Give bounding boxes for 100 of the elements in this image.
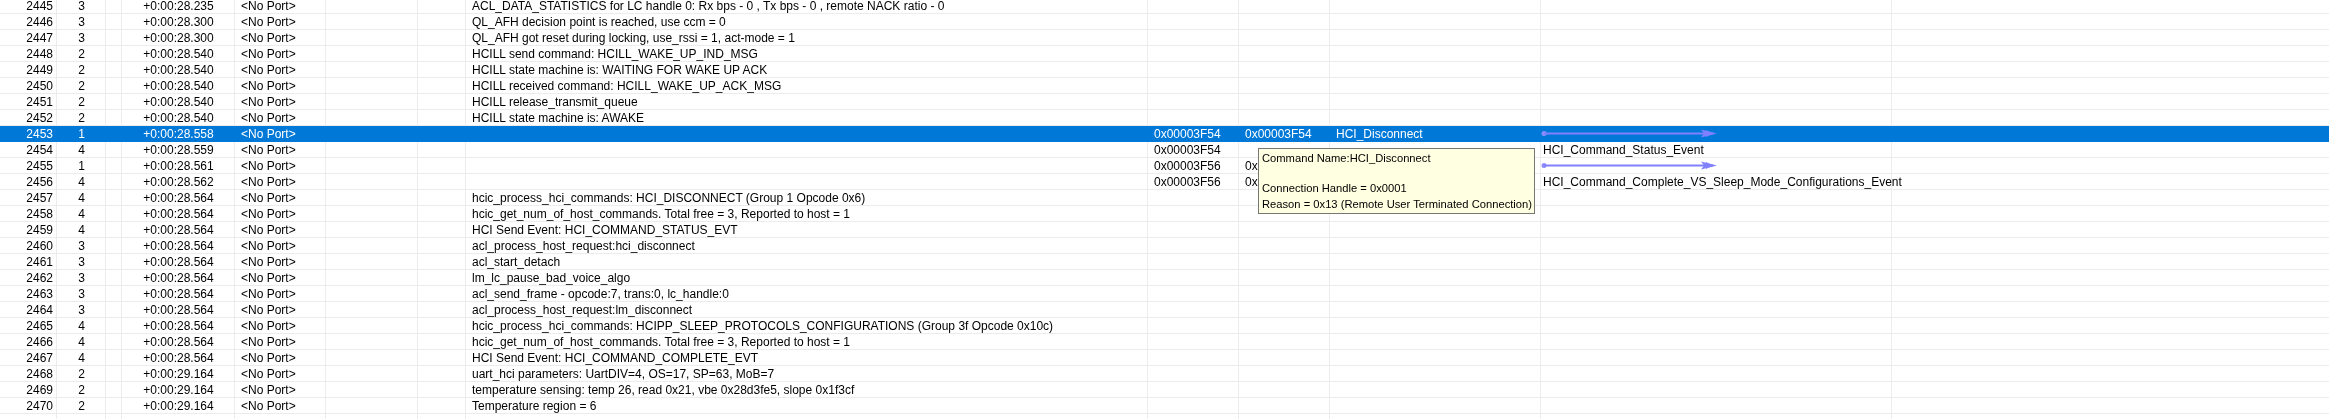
row-number: 2447 [26,30,53,45]
level-value: 3 [78,254,85,269]
level-value: 2 [78,94,85,109]
timestamp: +0:00:28.564 [143,238,214,253]
log-row[interactable]: 2463 3 +0:00:28.564 <No Port> acl_send_frame - opcode:7, trans:0, lc_handle:0 [0,286,2329,302]
level-value: 4 [78,222,85,237]
row-number: 2457 [26,190,53,205]
log-row[interactable]: 2445 3 +0:00:28.235 <No Port> ACL_DATA_STATISTICS for LC handle 0: Rx bps - 0 , Tx bps - 0 , remote NACK ratio - 0 [0,0,2329,14]
row-number: 2459 [26,222,53,237]
port-value: <No Port> [241,94,296,109]
level-value: 3 [78,270,85,285]
timestamp: +0:00:28.564 [143,270,214,285]
port-value: <No Port> [241,334,296,349]
port-value: <No Port> [241,350,296,365]
row-number: 2455 [26,158,53,173]
port-value: <No Port> [241,206,296,221]
level-value: 2 [78,62,85,77]
address-value: 0x [1245,158,1258,173]
level-value: 2 [78,382,85,397]
log-row[interactable]: 2448 2 +0:00:28.540 <No Port> HCILL send command: HCILL_WAKE_UP_IND_MSG [0,46,2329,62]
port-value: <No Port> [241,254,296,269]
port-value: <No Port> [241,302,296,317]
address-value: 0x [1245,174,1258,189]
level-value: 3 [78,0,85,13]
level-value: 4 [78,350,85,365]
log-row[interactable]: 2467 4 +0:00:28.564 <No Port> HCI Send Event: HCI_COMMAND_COMPLETE_EVT [0,350,2329,366]
timestamp: +0:00:28.561 [143,158,214,173]
timestamp: +0:00:28.300 [143,14,214,29]
timestamp: +0:00:28.558 [143,126,214,141]
port-value: <No Port> [241,366,296,381]
level-value: 1 [78,158,85,173]
row-number: 2460 [26,238,53,253]
log-row[interactable]: 2450 2 +0:00:28.540 <No Port> HCILL received command: HCILL_WAKE_UP_ACK_MSG [0,78,2329,94]
row-number: 2450 [26,78,53,93]
timestamp: +0:00:28.564 [143,286,214,301]
log-row[interactable]: 2462 3 +0:00:28.564 <No Port> lm_lc_pause_bad_voice_algo [0,270,2329,286]
log-message: HCILL state machine is: AWAKE [472,110,645,125]
row-number: 2466 [26,334,53,349]
row-number: 2462 [26,270,53,285]
log-message: temperature sensing: temp 26, read 0x21, vbe 0x28d3fe5, slope 0x1f3cf [472,382,855,397]
level-value: 4 [78,206,85,221]
level-value: 2 [78,398,85,413]
port-value: <No Port> [241,270,296,285]
log-message: ACL_DATA_STATISTICS for LC handle 0: Rx bps - 0 , Tx bps - 0 , remote NACK ratio - 0 [472,0,945,13]
row-number: 2468 [26,366,53,381]
timestamp: +0:00:29.164 [143,366,214,381]
level-value: 2 [78,46,85,61]
log-row[interactable]: 2446 3 +0:00:28.300 <No Port> QL_AFH decision point is reached, use ccm = 0 [0,14,2329,30]
level-value: 4 [78,190,85,205]
port-value: <No Port> [241,0,296,13]
port-value: <No Port> [241,174,296,189]
log-row[interactable]: 2459 4 +0:00:28.564 <No Port> HCI Send Event: HCI_COMMAND_STATUS_EVT [0,222,2329,238]
log-message: Temperature region = 6 [472,398,597,413]
row-number: 2469 [26,382,53,397]
row-number: 2461 [26,254,53,269]
port-value: <No Port> [241,190,296,205]
level-value: 4 [78,174,85,189]
row-number: 2448 [26,46,53,61]
log-row[interactable]: 2468 2 +0:00:29.164 <No Port> uart_hci parameters: UartDIV=4, OS=17, SP=63, MoB=7 [0,366,2329,382]
timestamp: +0:00:28.564 [143,302,214,317]
row-number: 2465 [26,318,53,333]
port-value: <No Port> [241,382,296,397]
address-value: 0x00003F56 [1154,158,1221,173]
log-row[interactable]: 2466 4 +0:00:28.564 <No Port> hcic_get_num_of_host_commands. Total free = 3, Reported to host = 1 [0,334,2329,350]
level-value: 2 [78,110,85,125]
event-name: HCI_Command_Complete_VS_Sleep_Mode_Configurations_Event [1542,174,1902,189]
log-row[interactable]: 2447 3 +0:00:28.300 <No Port> QL_AFH got reset during locking, use_rssi = 1, act-mode = 1 [0,30,2329,46]
level-value: 3 [78,14,85,29]
port-value: <No Port> [241,158,296,173]
log-row[interactable]: 2470 2 +0:00:29.164 <No Port> Temperature region = 6 [0,398,2329,414]
log-row[interactable]: 2453 1 +0:00:28.558 <No Port> 0x00003F54 0x00003F54 HCI_Disconnect [0,126,2329,142]
log-message: QL_AFH decision point is reached, use ccm = 0 [472,14,726,29]
timestamp: +0:00:28.300 [143,30,214,45]
port-value: <No Port> [241,14,296,29]
log-row[interactable]: 2460 3 +0:00:28.564 <No Port> acl_process_host_request:hci_disconnect [0,238,2329,254]
log-row[interactable]: 2465 4 +0:00:28.564 <No Port> hcic_process_hci_commands: HCIPP_SLEEP_PROTOCOLS_CONFIGURATIONS (Group 3f Opcode 0x10c) [0,318,2329,334]
log-row[interactable]: 2469 2 +0:00:29.164 <No Port> temperature sensing: temp 26, read 0x21, vbe 0x28d3fe5, slope 0x1f3cf [0,382,2329,398]
row-number: 2446 [26,14,53,29]
timestamp: +0:00:29.164 [143,382,214,397]
log-row[interactable]: 2461 3 +0:00:28.564 <No Port> acl_start_detach [0,254,2329,270]
timestamp: +0:00:28.564 [143,334,214,349]
port-value: <No Port> [241,46,296,61]
log-row[interactable]: 2449 2 +0:00:28.540 <No Port> HCILL state machine is: WAITING FOR WAKE UP ACK [0,62,2329,78]
log-row[interactable]: 2451 2 +0:00:28.540 <No Port> HCILL release_transmit_queue [0,94,2329,110]
address-value: 0x00003F54 [1245,126,1312,141]
log-message: lm_lc_pause_bad_voice_algo [472,270,631,285]
timestamp: +0:00:28.540 [143,46,214,61]
level-value: 4 [78,142,85,157]
level-value: 2 [78,366,85,381]
address-value: 0x00003F54 [1154,126,1221,141]
level-value: 1 [78,126,85,141]
log-row[interactable]: 2464 3 +0:00:28.564 <No Port> acl_process_host_request:lm_disconnect [0,302,2329,318]
port-value: <No Port> [241,222,296,237]
log-message: HCI Send Event: HCI_COMMAND_COMPLETE_EVT [472,350,759,365]
level-value: 4 [78,334,85,349]
port-value: <No Port> [241,286,296,301]
timestamp: +0:00:28.564 [143,222,214,237]
row-number: 2445 [26,0,53,13]
timestamp: +0:00:28.564 [143,350,214,365]
log-message: HCILL send command: HCILL_WAKE_UP_IND_MSG [472,46,758,61]
